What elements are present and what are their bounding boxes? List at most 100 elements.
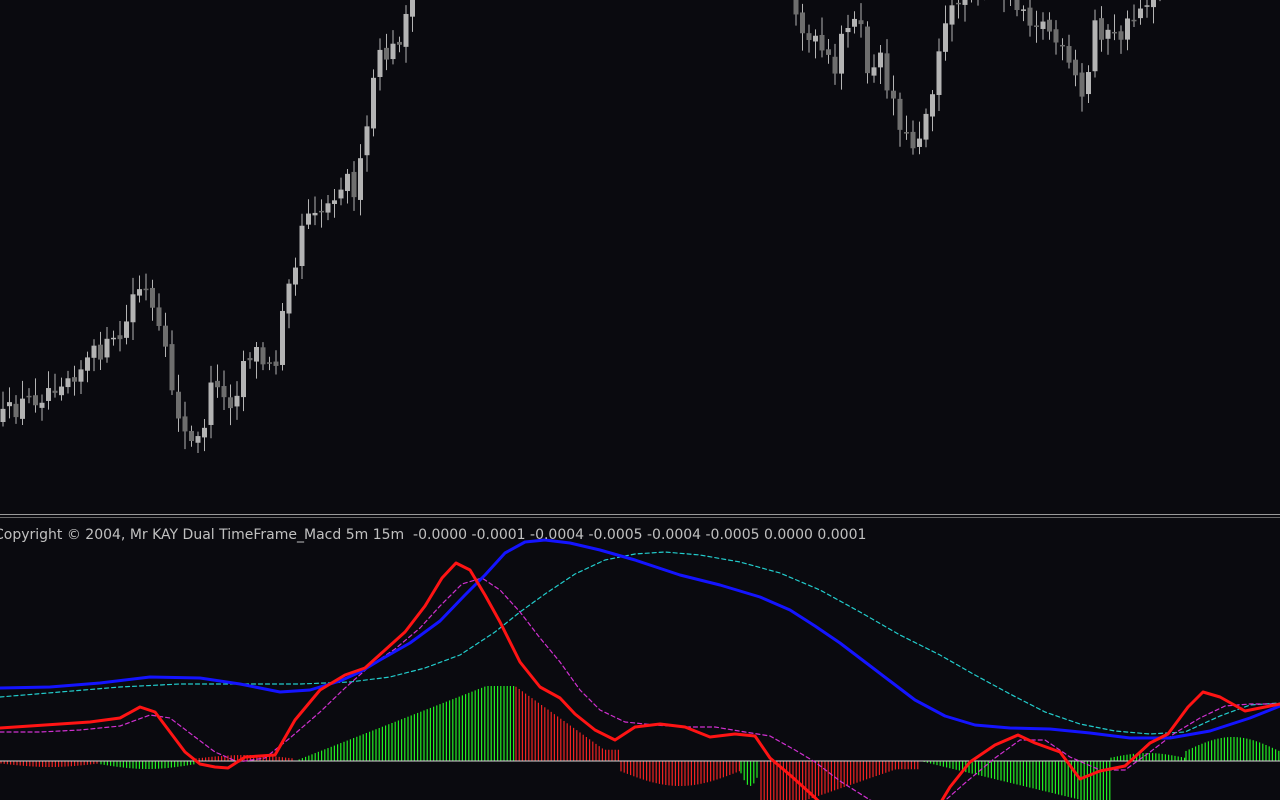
candle-body — [20, 398, 25, 419]
candle-body — [1112, 31, 1117, 34]
candle — [1144, 0, 1150, 18]
candlestick-chart[interactable] — [0, 0, 1280, 513]
candle-body — [1105, 29, 1111, 39]
candle-body — [312, 212, 318, 216]
candle — [1027, 0, 1033, 37]
candle-body — [345, 173, 350, 192]
indicator-label: Copyright © 2004, Mr KAY Dual TimeFrame_… — [0, 527, 867, 543]
candle-body — [1014, 0, 1020, 11]
candle — [800, 3, 805, 51]
separator-line-top — [0, 514, 1280, 515]
candle-body — [1034, 25, 1039, 27]
candle — [39, 394, 45, 421]
candle-body — [936, 51, 942, 95]
candle-body — [143, 288, 149, 291]
candle-body — [1131, 19, 1137, 22]
candle — [1159, 0, 1161, 2]
candle — [104, 327, 110, 363]
candle-body — [78, 369, 84, 382]
candle-body — [98, 344, 103, 360]
candle — [189, 425, 194, 447]
candle-body — [332, 200, 337, 204]
candle-body — [871, 67, 877, 76]
candle — [403, 5, 409, 63]
candle — [26, 388, 32, 404]
candle-body — [202, 427, 207, 438]
candle — [1014, 0, 1020, 17]
candle — [299, 213, 305, 279]
candle-body — [1118, 31, 1124, 40]
candle-body — [813, 35, 818, 42]
candle-body — [1086, 72, 1091, 95]
candle — [52, 373, 58, 398]
candle — [241, 350, 246, 412]
candle-body — [1053, 29, 1059, 43]
candle — [1053, 20, 1059, 55]
candle — [130, 277, 136, 340]
candle-body — [910, 131, 916, 149]
candle — [306, 199, 311, 229]
candle — [1138, 0, 1143, 25]
candle-body — [793, 0, 799, 15]
candle-body — [117, 335, 123, 340]
candle-body — [397, 41, 402, 45]
candle — [91, 339, 97, 372]
price-chart-pane[interactable] — [0, 0, 1280, 513]
candle-body — [234, 395, 240, 407]
candle — [137, 275, 142, 303]
candle — [943, 5, 948, 61]
candle — [72, 365, 77, 396]
candle-body — [800, 12, 805, 34]
candle-body — [1125, 18, 1130, 40]
candle — [332, 189, 337, 218]
candle-body — [338, 189, 344, 199]
candle — [949, 0, 955, 42]
candle — [46, 371, 51, 410]
candle-body — [1151, 0, 1156, 8]
candle — [1086, 65, 1091, 103]
candle — [117, 321, 123, 352]
candle-body — [410, 0, 415, 17]
candle-body — [1060, 44, 1065, 47]
candle-body — [13, 403, 19, 418]
candle-body — [46, 388, 51, 401]
candle — [0, 391, 6, 427]
candle — [124, 304, 129, 345]
candle — [1021, 5, 1026, 22]
macd-indicator-chart[interactable] — [0, 519, 1280, 800]
candle-body — [1092, 20, 1098, 72]
candle-body — [371, 77, 376, 129]
candle-body — [351, 171, 357, 198]
candle — [7, 387, 12, 419]
candle — [884, 39, 890, 99]
candle — [215, 364, 220, 398]
candle — [1060, 38, 1065, 61]
candle — [280, 303, 285, 371]
candle-body — [1047, 19, 1052, 32]
candle-body — [403, 13, 409, 47]
candle-body — [299, 225, 305, 267]
candle — [312, 196, 318, 226]
candle — [826, 39, 831, 64]
candle-body — [1021, 9, 1026, 11]
candle-body — [1144, 5, 1150, 7]
candle — [286, 279, 292, 329]
indicator-pane[interactable] — [0, 519, 1280, 800]
candle-body — [930, 94, 935, 117]
candle-body — [65, 378, 71, 388]
candle-body — [832, 56, 838, 74]
candle-body — [858, 20, 864, 25]
candle-body — [273, 361, 279, 366]
candle — [923, 108, 929, 148]
candle — [410, 0, 415, 32]
candle-body — [124, 321, 129, 338]
candle — [1040, 12, 1046, 40]
candle — [85, 351, 90, 383]
candle-body — [962, 0, 968, 5]
candle — [208, 365, 214, 439]
candle — [371, 69, 376, 137]
candle — [169, 330, 175, 395]
candle-body — [839, 33, 844, 74]
candle — [871, 54, 877, 83]
candle-body — [59, 386, 64, 396]
